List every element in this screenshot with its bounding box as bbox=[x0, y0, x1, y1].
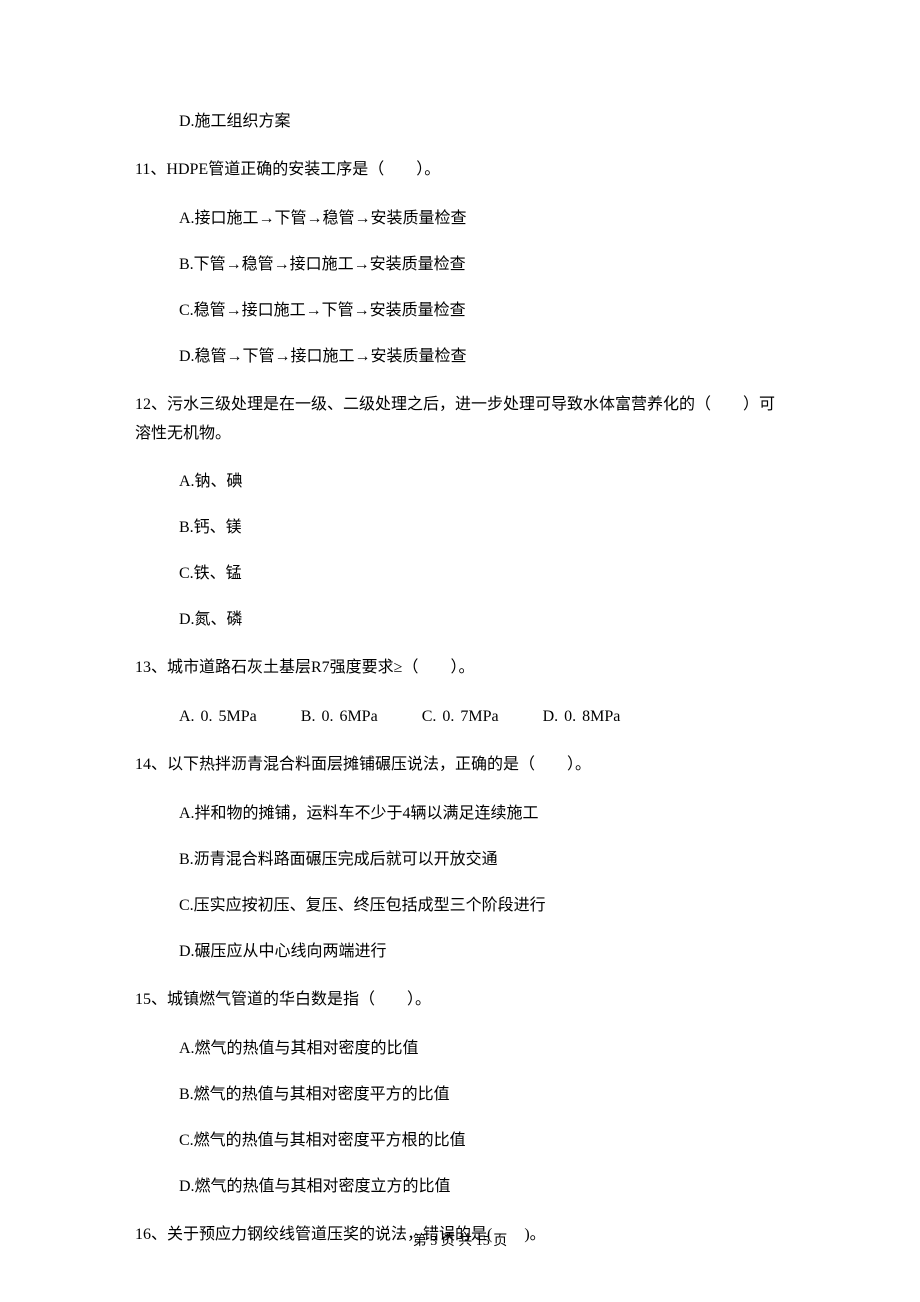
page-footer: 第 3 页 共 15 页 bbox=[0, 1231, 920, 1252]
q11-option-d: D.稳管→下管→接口施工→安装质量检查 bbox=[135, 345, 785, 369]
q14-option-c: C.压实应按初压、复压、终压包括成型三个阶段进行 bbox=[135, 894, 785, 918]
question-11: 11、HDPE管道正确的安装工序是（ ）。 bbox=[135, 156, 785, 185]
q12-option-b: B.钙、镁 bbox=[135, 516, 785, 540]
q11-option-a: A.接口施工→下管→稳管→安装质量检查 bbox=[135, 207, 785, 231]
question-12: 12、污水三级处理是在一级、二级处理之后，进一步处理可导致水体富营养化的（ ）可… bbox=[135, 391, 785, 449]
question-14: 14、以下热拌沥青混合料面层摊铺碾压说法，正确的是（ ）。 bbox=[135, 751, 785, 780]
q13-option-b: B. 0. 6MPa bbox=[301, 708, 378, 725]
q13-option-a: A. 0. 5MPa bbox=[179, 708, 257, 725]
q13-options: A. 0. 5MPa B. 0. 6MPa C. 0. 7MPa D. 0. 8… bbox=[135, 705, 785, 729]
q13-option-d: D. 0. 8MPa bbox=[543, 708, 621, 725]
q11-option-c: C.稳管→接口施工→下管→安装质量检查 bbox=[135, 299, 785, 323]
q12-option-c: C.铁、锰 bbox=[135, 562, 785, 586]
q14-option-d: D.碾压应从中心线向两端进行 bbox=[135, 940, 785, 964]
q14-option-b: B.沥青混合料路面碾压完成后就可以开放交通 bbox=[135, 848, 785, 872]
q14-option-a: A.拌和物的摊铺，运料车不少于4辆以满足连续施工 bbox=[135, 802, 785, 826]
q10-option-d: D.施工组织方案 bbox=[135, 110, 785, 134]
q12-option-d: D.氮、磷 bbox=[135, 608, 785, 632]
q15-option-d: D.燃气的热值与其相对密度立方的比值 bbox=[135, 1175, 785, 1199]
q15-option-b: B.燃气的热值与其相对密度平方的比值 bbox=[135, 1083, 785, 1107]
q13-option-c: C. 0. 7MPa bbox=[422, 708, 499, 725]
q15-option-a: A.燃气的热值与其相对密度的比值 bbox=[135, 1037, 785, 1061]
q15-option-c: C.燃气的热值与其相对密度平方根的比值 bbox=[135, 1129, 785, 1153]
document-page: D.施工组织方案 11、HDPE管道正确的安装工序是（ ）。 A.接口施工→下管… bbox=[0, 0, 920, 1302]
question-15: 15、城镇燃气管道的华白数是指（ ）。 bbox=[135, 986, 785, 1015]
q11-option-b: B.下管→稳管→接口施工→安装质量检查 bbox=[135, 253, 785, 277]
q12-option-a: A.钠、碘 bbox=[135, 470, 785, 494]
question-13: 13、城市道路石灰土基层R7强度要求≥（ ）。 bbox=[135, 654, 785, 683]
